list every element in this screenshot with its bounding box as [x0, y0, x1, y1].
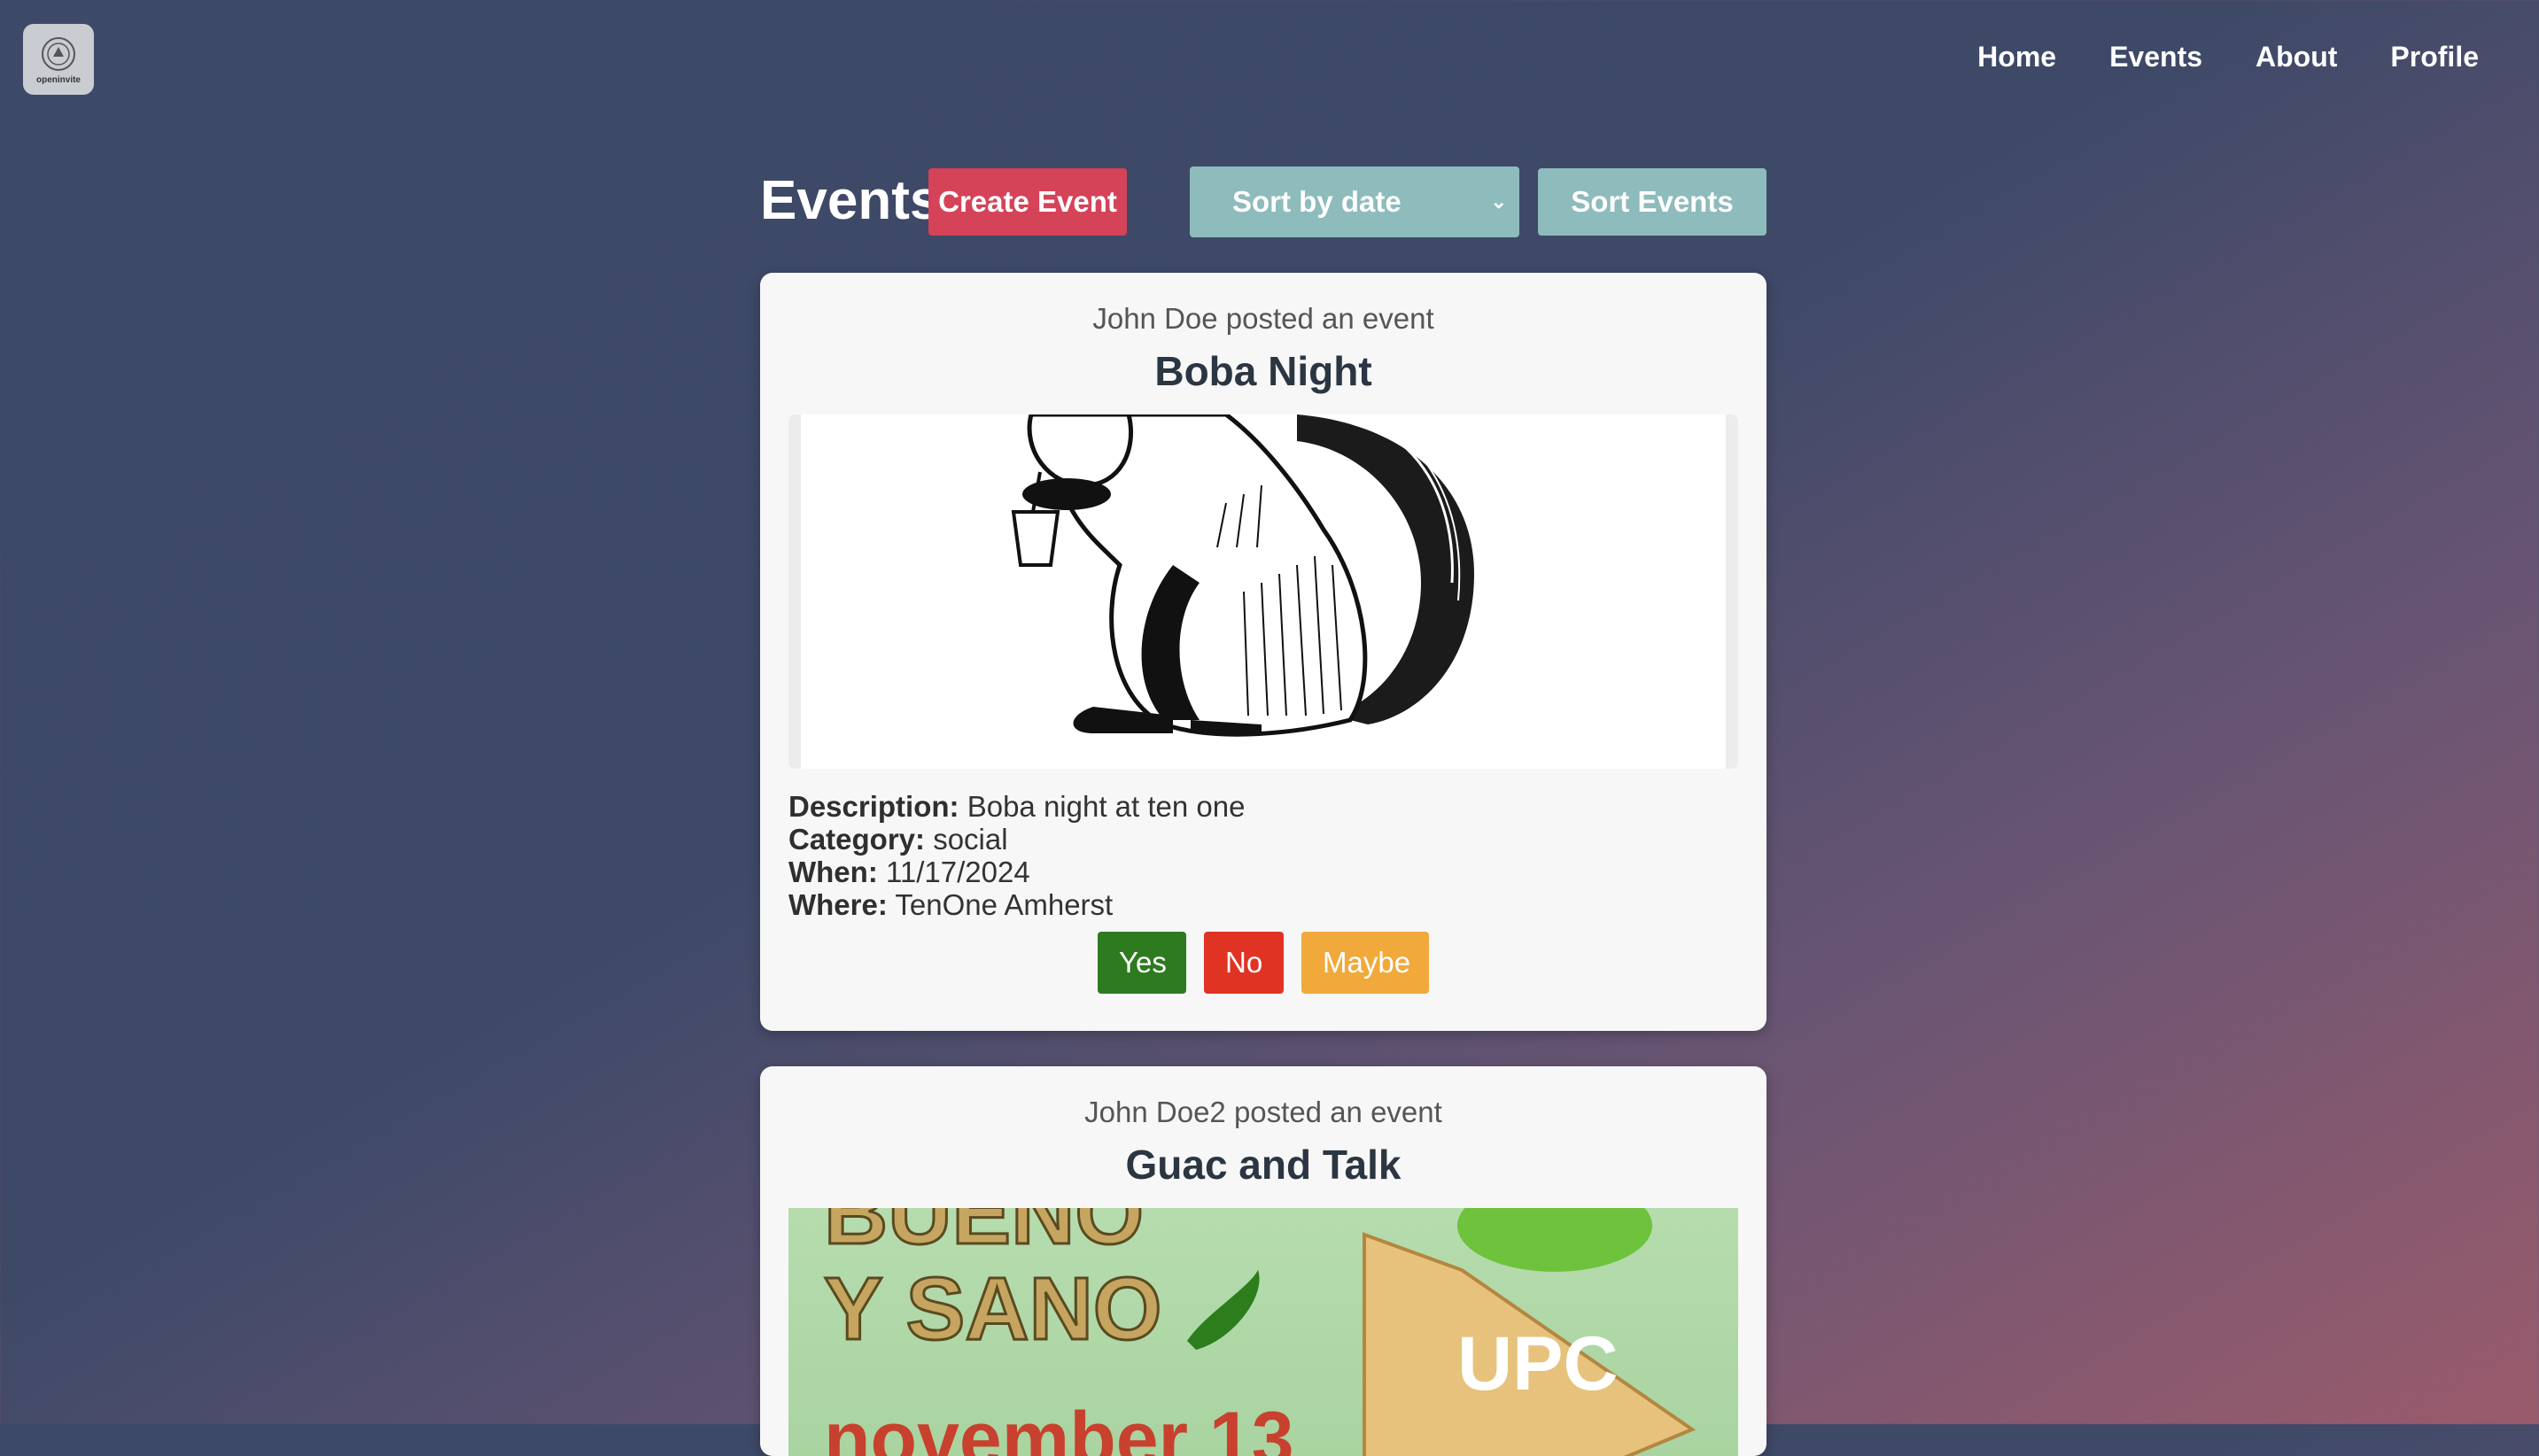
event-title: Boba Night — [1154, 348, 1372, 394]
where-row: Where: TenOne Amherst — [788, 888, 1245, 921]
nav-home[interactable]: Home — [1977, 41, 2056, 74]
event-card: John Doe posted an event Boba Night Desc… — [760, 273, 1766, 1031]
flyer-line3: november 13 — [824, 1397, 1294, 1456]
rsvp-no-button[interactable]: No — [1204, 932, 1284, 994]
rsvp-buttons: Yes No Maybe — [760, 932, 1766, 994]
sort-events-button[interactable]: Sort Events — [1538, 168, 1766, 236]
page-title: Events — [760, 170, 941, 231]
events-toolbar: Events Create Event Sort by date ⌄ Sort … — [760, 167, 1766, 237]
nav-about[interactable]: About — [2256, 41, 2337, 74]
event-image — [788, 414, 1738, 769]
main-nav: Home Events About Profile — [1977, 41, 2479, 74]
flyer-line1: BUENO — [824, 1208, 1144, 1263]
category-row: Category: social — [788, 823, 1245, 856]
event-posted-by: John Doe posted an event — [1092, 302, 1434, 335]
event-title: Guac and Talk — [1125, 1142, 1401, 1188]
chevron-down-icon: ⌄ — [1490, 190, 1507, 213]
category-label: Category: — [788, 823, 926, 856]
rsvp-yes-button[interactable]: Yes — [1098, 932, 1186, 994]
event-card: John Doe2 posted an event Guac and Talk … — [760, 1066, 1766, 1456]
event-posted-by: John Doe2 posted an event — [1084, 1096, 1442, 1128]
squirrel-drinking-boba-illustration — [1011, 414, 1474, 737]
logo-text: openinvite — [35, 75, 81, 85]
nav-events[interactable]: Events — [2109, 41, 2202, 74]
flyer-line2: Y SANO — [824, 1259, 1162, 1359]
description-label: Description: — [788, 790, 959, 823]
event-image: BUENO Y SANO november 13 UPC — [788, 1208, 1738, 1456]
where-value: TenOne Amherst — [895, 888, 1114, 921]
category-value: social — [933, 823, 1008, 856]
event-details: Description: Boba night at ten one Categ… — [788, 790, 1245, 921]
when-row: When: 11/17/2024 — [788, 856, 1245, 888]
rsvp-maybe-button[interactable]: Maybe — [1301, 932, 1429, 994]
description-row: Description: Boba night at ten one — [788, 790, 1245, 823]
sort-select-value: Sort by date — [1232, 185, 1401, 218]
sort-select[interactable]: Sort by date ⌄ — [1190, 167, 1519, 237]
nav-profile[interactable]: Profile — [2390, 41, 2479, 74]
where-label: Where: — [788, 888, 888, 921]
when-label: When: — [788, 856, 878, 888]
create-event-button[interactable]: Create Event — [928, 168, 1127, 236]
seal-icon — [42, 37, 75, 71]
when-value: 11/17/2024 — [885, 856, 1030, 888]
app-logo[interactable]: openinvite — [23, 24, 94, 95]
description-value: Boba night at ten one — [967, 790, 1246, 823]
flyer-badge: UPC — [1457, 1321, 1619, 1406]
guac-flyer-illustration: BUENO Y SANO november 13 UPC — [823, 1208, 1697, 1456]
